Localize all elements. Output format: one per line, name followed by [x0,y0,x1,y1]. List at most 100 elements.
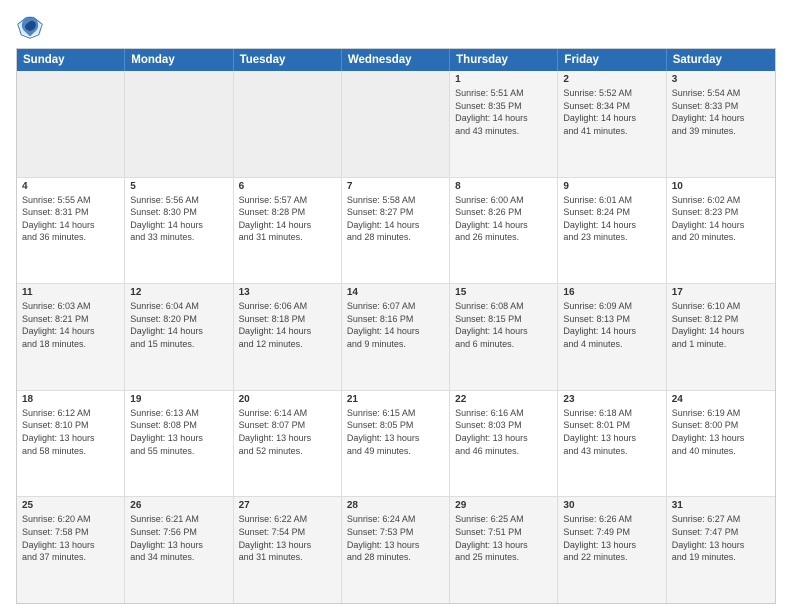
cal-header-cell: Thursday [450,49,558,71]
cal-row: 18 Sunrise: 6:12 AM Sunset: 8:10 PM Dayli… [17,391,775,498]
day-number: 25 [22,500,119,511]
cal-cell [125,71,233,177]
cal-cell: 30 Sunrise: 6:26 AM Sunset: 7:49 PM Dayli… [558,497,666,603]
day-info: Sunrise: 6:01 AM Sunset: 8:24 PM Dayligh… [563,194,660,244]
cal-cell [234,71,342,177]
day-number: 26 [130,500,227,511]
day-number: 6 [239,181,336,192]
day-info: Sunrise: 5:55 AM Sunset: 8:31 PM Dayligh… [22,194,119,244]
day-number: 1 [455,74,552,85]
day-number: 2 [563,74,660,85]
day-info: Sunrise: 6:18 AM Sunset: 8:01 PM Dayligh… [563,407,660,457]
day-info: Sunrise: 6:24 AM Sunset: 7:53 PM Dayligh… [347,513,444,563]
day-number: 29 [455,500,552,511]
day-number: 19 [130,394,227,405]
day-info: Sunrise: 6:26 AM Sunset: 7:49 PM Dayligh… [563,513,660,563]
cal-row: 1 Sunrise: 5:51 AM Sunset: 8:35 PM Daylig… [17,71,775,178]
day-number: 10 [672,181,770,192]
day-info: Sunrise: 6:07 AM Sunset: 8:16 PM Dayligh… [347,300,444,350]
calendar-header: SundayMondayTuesdayWednesdayThursdayFrid… [17,49,775,71]
day-number: 30 [563,500,660,511]
cal-header-cell: Friday [558,49,666,71]
day-number: 31 [672,500,770,511]
day-number: 16 [563,287,660,298]
day-info: Sunrise: 6:12 AM Sunset: 8:10 PM Dayligh… [22,407,119,457]
cal-cell: 29 Sunrise: 6:25 AM Sunset: 7:51 PM Dayli… [450,497,558,603]
cal-cell [342,71,450,177]
cal-cell: 10Sunrise: 6:02 AM Sunset: 8:23 PM Dayli… [667,178,775,284]
cal-cell: 1 Sunrise: 5:51 AM Sunset: 8:35 PM Daylig… [450,71,558,177]
calendar: SundayMondayTuesdayWednesdayThursdayFrid… [16,48,776,604]
day-info: Sunrise: 5:56 AM Sunset: 8:30 PM Dayligh… [130,194,227,244]
cal-header-cell: Sunday [17,49,125,71]
cal-row: 11 Sunrise: 6:03 AM Sunset: 8:21 PM Dayli… [17,284,775,391]
day-number: 7 [347,181,444,192]
cal-cell: 31 Sunrise: 6:27 AM Sunset: 7:47 PM Dayli… [667,497,775,603]
day-info: Sunrise: 5:54 AM Sunset: 8:33 PM Dayligh… [672,87,770,137]
day-info: Sunrise: 6:19 AM Sunset: 8:00 PM Dayligh… [672,407,770,457]
cal-header-cell: Saturday [667,49,775,71]
cal-cell: 26 Sunrise: 6:21 AM Sunset: 7:56 PM Dayli… [125,497,233,603]
cal-cell: 28 Sunrise: 6:24 AM Sunset: 7:53 PM Dayli… [342,497,450,603]
cal-cell: 2 Sunrise: 5:52 AM Sunset: 8:34 PM Daylig… [558,71,666,177]
cal-cell: 24Sunrise: 6:19 AM Sunset: 8:00 PM Dayli… [667,391,775,497]
cal-cell: 11 Sunrise: 6:03 AM Sunset: 8:21 PM Dayli… [17,284,125,390]
day-number: 11 [22,287,119,298]
cal-cell: 14 Sunrise: 6:07 AM Sunset: 8:16 PM Dayli… [342,284,450,390]
day-number: 23 [563,394,660,405]
logo-icon [16,12,44,40]
cal-cell: 6 Sunrise: 5:57 AM Sunset: 8:28 PM Daylig… [234,178,342,284]
day-number: 22 [455,394,552,405]
cal-cell: 17 Sunrise: 6:10 AM Sunset: 8:12 PM Dayli… [667,284,775,390]
day-info: Sunrise: 5:58 AM Sunset: 8:27 PM Dayligh… [347,194,444,244]
day-info: Sunrise: 6:09 AM Sunset: 8:13 PM Dayligh… [563,300,660,350]
day-number: 18 [22,394,119,405]
cal-cell: 4Sunrise: 5:55 AM Sunset: 8:31 PM Daylig… [17,178,125,284]
day-number: 17 [672,287,770,298]
day-info: Sunrise: 6:15 AM Sunset: 8:05 PM Dayligh… [347,407,444,457]
day-number: 5 [130,181,227,192]
day-info: Sunrise: 6:14 AM Sunset: 8:07 PM Dayligh… [239,407,336,457]
day-info: Sunrise: 6:03 AM Sunset: 8:21 PM Dayligh… [22,300,119,350]
cal-cell: 22 Sunrise: 6:16 AM Sunset: 8:03 PM Dayli… [450,391,558,497]
day-info: Sunrise: 6:04 AM Sunset: 8:20 PM Dayligh… [130,300,227,350]
cal-header-cell: Wednesday [342,49,450,71]
day-number: 14 [347,287,444,298]
day-info: Sunrise: 6:27 AM Sunset: 7:47 PM Dayligh… [672,513,770,563]
cal-row: 4Sunrise: 5:55 AM Sunset: 8:31 PM Daylig… [17,178,775,285]
cal-cell: 5 Sunrise: 5:56 AM Sunset: 8:30 PM Daylig… [125,178,233,284]
day-number: 20 [239,394,336,405]
cal-cell: 25 Sunrise: 6:20 AM Sunset: 7:58 PM Dayli… [17,497,125,603]
cal-header-cell: Tuesday [234,49,342,71]
cal-cell: 13Sunrise: 6:06 AM Sunset: 8:18 PM Dayli… [234,284,342,390]
page: SundayMondayTuesdayWednesdayThursdayFrid… [0,0,792,612]
cal-cell: 15Sunrise: 6:08 AM Sunset: 8:15 PM Dayli… [450,284,558,390]
cal-cell: 23 Sunrise: 6:18 AM Sunset: 8:01 PM Dayli… [558,391,666,497]
cal-cell: 9 Sunrise: 6:01 AM Sunset: 8:24 PM Daylig… [558,178,666,284]
cal-cell: 18 Sunrise: 6:12 AM Sunset: 8:10 PM Dayli… [17,391,125,497]
cal-header-cell: Monday [125,49,233,71]
day-number: 15 [455,287,552,298]
day-info: Sunrise: 6:25 AM Sunset: 7:51 PM Dayligh… [455,513,552,563]
day-info: Sunrise: 6:21 AM Sunset: 7:56 PM Dayligh… [130,513,227,563]
day-info: Sunrise: 5:51 AM Sunset: 8:35 PM Dayligh… [455,87,552,137]
day-number: 8 [455,181,552,192]
day-info: Sunrise: 6:10 AM Sunset: 8:12 PM Dayligh… [672,300,770,350]
cal-cell: 19Sunrise: 6:13 AM Sunset: 8:08 PM Dayli… [125,391,233,497]
day-info: Sunrise: 5:52 AM Sunset: 8:34 PM Dayligh… [563,87,660,137]
day-number: 28 [347,500,444,511]
day-number: 12 [130,287,227,298]
day-number: 3 [672,74,770,85]
cal-cell [17,71,125,177]
day-number: 27 [239,500,336,511]
cal-cell: 16 Sunrise: 6:09 AM Sunset: 8:13 PM Dayli… [558,284,666,390]
day-info: Sunrise: 6:20 AM Sunset: 7:58 PM Dayligh… [22,513,119,563]
cal-cell: 3 Sunrise: 5:54 AM Sunset: 8:33 PM Daylig… [667,71,775,177]
day-info: Sunrise: 5:57 AM Sunset: 8:28 PM Dayligh… [239,194,336,244]
day-number: 9 [563,181,660,192]
day-info: Sunrise: 6:16 AM Sunset: 8:03 PM Dayligh… [455,407,552,457]
cal-cell: 27Sunrise: 6:22 AM Sunset: 7:54 PM Dayli… [234,497,342,603]
day-number: 13 [239,287,336,298]
calendar-body: 1 Sunrise: 5:51 AM Sunset: 8:35 PM Daylig… [17,71,775,603]
header [16,12,776,40]
